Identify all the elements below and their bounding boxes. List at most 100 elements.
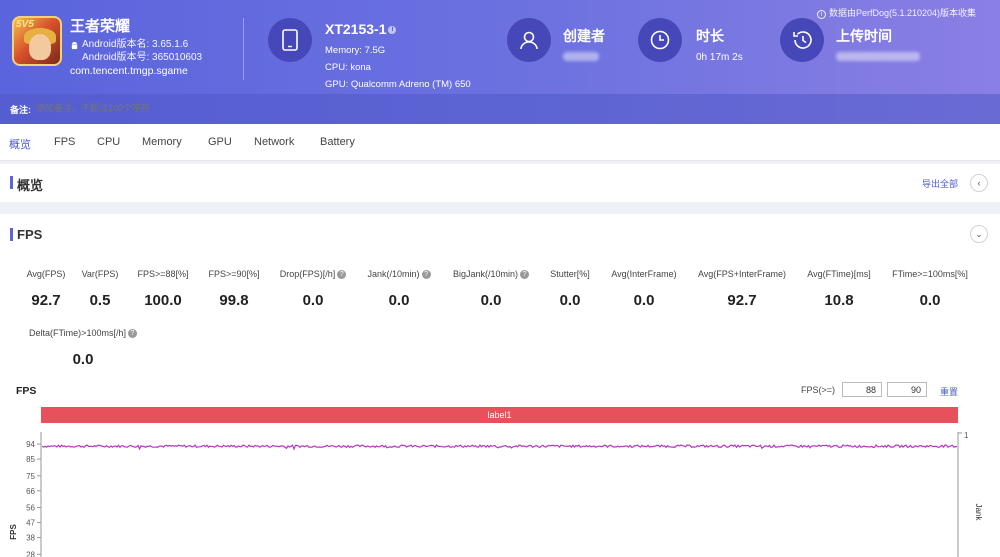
metric-value: 0.0: [919, 292, 941, 309]
remark-bar: 备注:: [0, 94, 1000, 124]
info-icon[interactable]: i: [388, 26, 397, 35]
remark-label: 备注:: [10, 105, 31, 115]
metric-avg-fps: Avg(FPS) 92.7: [24, 269, 68, 309]
source-note-text: 数据由PerfDog(5.1.210204)版本收集: [829, 8, 977, 18]
tab-fps[interactable]: FPS: [54, 136, 75, 148]
fps-threshold-label: FPS(>=): [801, 385, 836, 395]
fps-threshold-1-input[interactable]: [842, 382, 882, 397]
metric-value: 99.8: [219, 292, 249, 309]
metric-label: BigJank(/10min): [452, 269, 519, 279]
y-tick-label: 66: [26, 487, 35, 496]
device-memory: Memory: 7.5G: [325, 45, 386, 56]
help-icon[interactable]: ?: [337, 270, 347, 280]
fps-chart: 94 85 75 66 56 47 38 28 1 FPS Jank: [9, 432, 983, 557]
metric-avg-interframe: Avg(InterFrame) 0.0: [608, 269, 680, 309]
device-name-text: XT2153-1: [325, 21, 387, 37]
duration-value: 0h 17m 2s: [696, 52, 743, 63]
y-axis-label: FPS: [9, 524, 18, 540]
fps-panel: FPS ⌄ Avg(FPS) 92.7 Var(FPS) 0.5 FPS>=88…: [0, 214, 1000, 557]
tab-battery[interactable]: Battery: [320, 136, 355, 148]
overview-title: 概览: [9, 175, 43, 194]
app-icon: 5V5: [12, 16, 62, 66]
help-icon[interactable]: ?: [520, 270, 530, 280]
app-package: com.tencent.tmgp.sgame: [70, 65, 188, 77]
fps-section-title: FPS: [9, 227, 43, 242]
app-name: 王者荣耀: [70, 18, 131, 35]
help-icon[interactable]: ?: [127, 329, 137, 339]
android-version-name: Android版本名: 3.65.1.6: [82, 39, 189, 50]
metric-value: 0.5: [89, 292, 111, 309]
metric-jank: Jank(/10min)? 0.0: [363, 269, 435, 309]
metric-label: Drop(FPS)[/h]: [279, 269, 336, 279]
metric-bigjank: BigJank(/10min)? 0.0: [448, 269, 534, 309]
chevron-down-icon: ⌄: [975, 229, 983, 239]
device-info: Memory: 7.5G CPU: kona GPU: Qualcomm Adr…: [325, 42, 471, 93]
metric-label: Avg(FPS): [26, 269, 66, 279]
metric-label: FPS>=90[%]: [208, 269, 260, 279]
metric-label: Avg(InterFrame): [611, 269, 677, 279]
tab-cpu[interactable]: CPU: [97, 136, 120, 148]
metric-label: FTime>=100ms[%]: [892, 269, 968, 279]
label-bar[interactable]: label1: [41, 407, 958, 423]
metric-value: 10.8: [824, 292, 854, 309]
metric-value: 100.0: [144, 292, 182, 309]
upload-time-title: 上传时间: [836, 28, 892, 44]
y-tick-label: 56: [26, 504, 35, 513]
report-header: 5V5 王者荣耀 Android版本名: 3.65.1.6 Android版本号…: [0, 0, 1000, 124]
tab-overview[interactable]: 概览: [9, 136, 31, 152]
y2-axis-label: Jank: [974, 504, 983, 522]
collapse-button[interactable]: ‹: [970, 174, 988, 192]
upload-time-redacted: [836, 52, 920, 61]
metric-var-fps: Var(FPS) 0.5: [79, 269, 121, 309]
reset-link[interactable]: 重置: [940, 385, 958, 398]
y-tick-label: 85: [26, 455, 35, 464]
device-gpu: GPU: Qualcomm Adreno (TM) 650: [325, 79, 471, 90]
export-all-link[interactable]: 导出全部: [922, 177, 958, 190]
metric-avg-ftime: Avg(FTime)[ms] 10.8: [803, 269, 875, 309]
tab-memory[interactable]: Memory: [142, 136, 182, 148]
history-icon: [780, 18, 824, 62]
remark-input[interactable]: [36, 103, 153, 113]
android-icon: [71, 41, 78, 50]
fps-threshold-2-input[interactable]: [887, 382, 927, 397]
metric-label: FPS>=88[%]: [137, 269, 189, 279]
metric-label: Avg(FPS+InterFrame): [697, 269, 787, 279]
user-icon: [507, 18, 551, 62]
metric-delta-ftime: Delta(FTime)>100ms[/h]? 0.0: [25, 328, 141, 368]
metric-label: Var(FPS): [81, 269, 119, 279]
metric-drop-fps: Drop(FPS)[/h]? 0.0: [276, 269, 350, 309]
creator-value-redacted: [563, 52, 599, 61]
metric-label: Stutter[%]: [550, 269, 590, 279]
tab-network[interactable]: Network: [254, 136, 294, 148]
metric-avg-fps-interframe: Avg(FPS+InterFrame) 92.7: [694, 269, 790, 309]
metric-value: 0.0: [480, 292, 502, 310]
metric-fps-ge-90: FPS>=90[%] 99.8: [206, 269, 262, 309]
metric-value: 0.0: [633, 292, 655, 309]
device-cpu: CPU: kona: [325, 62, 371, 73]
overview-panel: 概览 导出全部 ‹: [0, 164, 1000, 202]
y-tick-label: 38: [26, 534, 35, 543]
metric-fps-ge-88: FPS>=88[%] 100.0: [135, 269, 191, 309]
header-divider: [243, 18, 244, 80]
source-note: i 数据由PerfDog(5.1.210204)版本收集: [817, 6, 976, 19]
metric-value: 0.0: [559, 292, 581, 309]
metric-label: Delta(FTime)>100ms[/h]: [29, 328, 126, 338]
help-icon[interactable]: ?: [421, 270, 431, 280]
y-tick-label: 75: [26, 472, 35, 481]
creator-title: 创建者: [563, 28, 605, 44]
metric-ftime-ge-100: FTime>=100ms[%] 0.0: [888, 269, 972, 309]
app-icon-badge: 5V5: [16, 19, 34, 30]
duration-title: 时长: [696, 28, 724, 44]
clock-icon: [638, 18, 682, 62]
y-tick-label: 94: [26, 440, 35, 449]
device-icon: [268, 18, 312, 62]
fps-series-line: [41, 444, 958, 451]
metric-stutter: Stutter[%] 0.0: [546, 269, 594, 309]
y-tick-label: 28: [26, 550, 35, 557]
metric-value: 0.0: [72, 351, 94, 369]
y-tick-label: 47: [26, 519, 35, 528]
chart-title: FPS: [16, 385, 37, 397]
tab-gpu[interactable]: GPU: [208, 136, 232, 148]
device-name: XT2153-1 i: [325, 21, 397, 37]
expand-button[interactable]: ⌄: [970, 225, 988, 243]
